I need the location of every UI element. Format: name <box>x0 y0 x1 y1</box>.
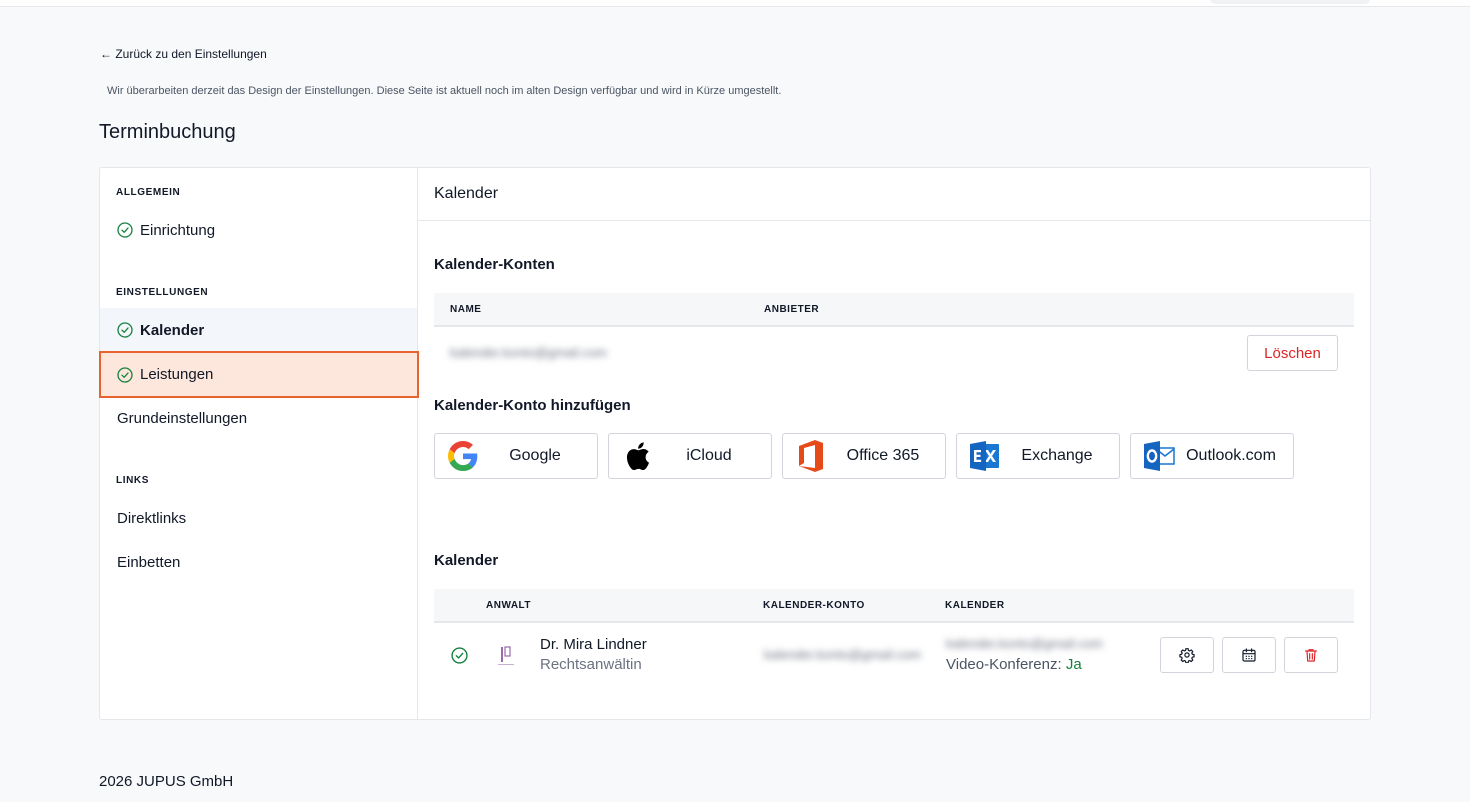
sidebar-item-grundeinstellungen[interactable]: Grundeinstellungen <box>100 396 417 440</box>
settings-sidebar: ALLGEMEIN Einrichtung EINSTELLUNGEN Kale… <box>99 168 419 719</box>
google-icon <box>447 440 479 472</box>
sidebar-item-label: Einrichtung <box>140 221 216 239</box>
provider-google-button[interactable]: Google <box>434 433 598 479</box>
sidebar-item-leistungen[interactable]: Leistungen <box>99 351 419 398</box>
provider-exchange-button[interactable]: Exchange <box>956 433 1120 479</box>
video-conference-label: Video-Konferenz: <box>946 656 1062 673</box>
apple-icon <box>621 440 653 472</box>
provider-label: iCloud <box>686 447 732 464</box>
column-kalender-konto: KALENDER-KONTO <box>763 600 865 611</box>
calendar-icon <box>1242 648 1256 662</box>
avatar <box>488 637 524 673</box>
sidebar-item-label: Leistungen <box>140 366 214 383</box>
video-conference-value: Ja <box>1065 656 1082 673</box>
calendar-view-button[interactable] <box>1222 637 1276 673</box>
sidebar-item-label: Grundeinstellungen <box>117 409 248 427</box>
account-name: kalender.konto@gmail.com <box>450 345 607 360</box>
provider-label: Outlook.com <box>1186 447 1276 464</box>
footer-copyright: 2026 JUPUS GmbH <box>99 773 234 790</box>
accounts-title: Kalender-Konten <box>434 256 555 273</box>
lawyer-role: Rechtsanwältin <box>540 656 642 673</box>
redesign-notice: Wir überarbeiten derzeit das Design der … <box>107 85 782 97</box>
provider-label: Google <box>509 447 561 464</box>
sidebar-item-direktlinks[interactable]: Direktlinks <box>100 496 417 540</box>
check-circle-icon <box>451 647 468 664</box>
sidebar-item-einbetten[interactable]: Einbetten <box>100 540 417 584</box>
trash-icon <box>1305 649 1317 662</box>
panel-title: Kalender <box>418 168 1370 221</box>
law-firm-logo-icon <box>498 646 514 665</box>
sidebar-item-label: Direktlinks <box>117 509 187 527</box>
sidebar-heading-einstellungen: EINSTELLUNGEN <box>116 287 209 298</box>
page-title: Terminbuchung <box>99 121 236 143</box>
sidebar-item-label: Kalender <box>140 321 205 339</box>
column-kalender: KALENDER <box>945 600 1005 611</box>
office365-icon <box>795 440 827 472</box>
video-conference-status: Video-Konferenz: Ja <box>946 656 1082 673</box>
calendars-title: Kalender <box>434 552 499 569</box>
provider-label: Exchange <box>1021 447 1093 464</box>
check-circle-icon <box>117 322 133 338</box>
delete-calendar-button[interactable] <box>1284 637 1338 673</box>
calendar-settings-button[interactable] <box>1160 637 1214 673</box>
sidebar-heading-allgemein: ALLGEMEIN <box>116 187 181 198</box>
outlook-icon <box>1143 440 1175 472</box>
check-circle-icon <box>117 222 133 238</box>
main-panel: Kalender Kalender-Konten NAME ANBIETER k… <box>418 168 1370 719</box>
sidebar-heading-links: LINKS <box>116 475 149 486</box>
column-anbieter: ANBIETER <box>764 304 820 315</box>
provider-icloud-button[interactable]: iCloud <box>608 433 772 479</box>
lawyer-name: Dr. Mira Lindner <box>540 636 647 653</box>
provider-label: Office 365 <box>846 447 920 464</box>
calendar-account: kalender.konto@gmail.com <box>764 647 921 662</box>
back-to-settings-link[interactable]: ← Zurück zu den Einstellungen <box>100 47 267 61</box>
provider-outlook-button[interactable]: Outlook.com <box>1130 433 1294 479</box>
provider-list: Google iCloud Office 365 Exchange Outloo… <box>434 433 1294 479</box>
top-bar <box>0 0 1470 7</box>
column-name: NAME <box>450 304 482 315</box>
add-account-title: Kalender-Konto hinzufügen <box>434 397 631 414</box>
provider-office365-button[interactable]: Office 365 <box>782 433 946 479</box>
calendars-table-header: ANWALT KALENDER-KONTO KALENDER <box>434 589 1354 623</box>
sidebar-item-kalender[interactable]: Kalender <box>100 308 417 352</box>
sidebar-item-label: Einbetten <box>117 553 181 571</box>
calendar-name: kalender.konto@gmail.com <box>946 636 1103 651</box>
delete-account-button[interactable]: Löschen <box>1247 335 1338 371</box>
sidebar-item-einrichtung[interactable]: Einrichtung <box>100 208 417 252</box>
check-circle-icon <box>117 366 133 383</box>
accounts-table-header: NAME ANBIETER <box>434 293 1354 327</box>
gear-icon <box>1179 648 1195 663</box>
column-anwalt: ANWALT <box>486 600 532 611</box>
top-bar-pill <box>1210 0 1370 4</box>
exchange-icon <box>969 440 1001 472</box>
settings-card: ALLGEMEIN Einrichtung EINSTELLUNGEN Kale… <box>99 167 1371 720</box>
